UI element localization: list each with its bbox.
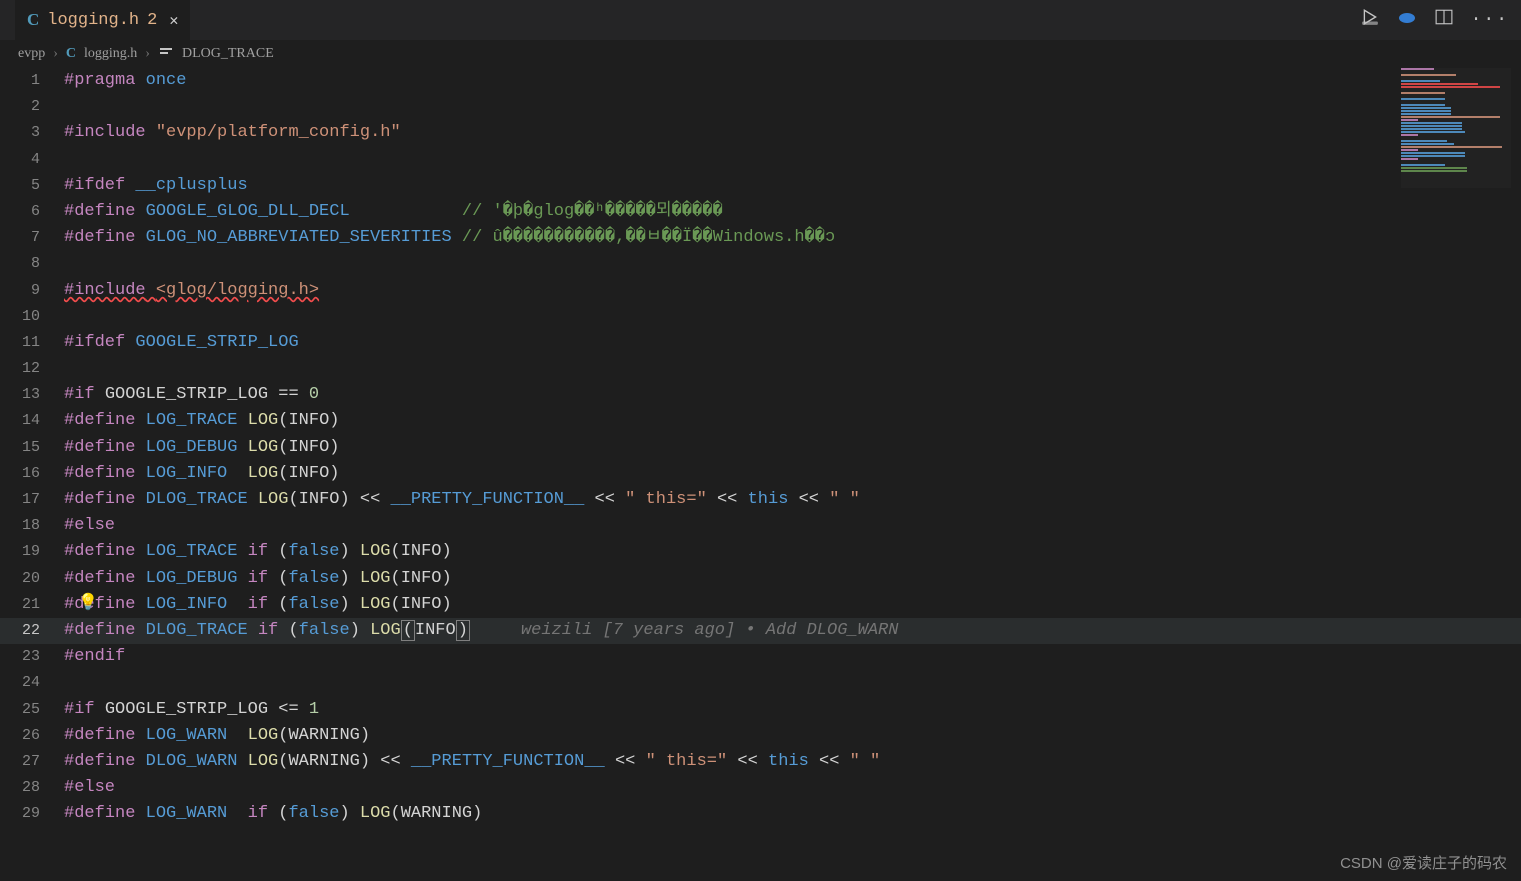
- line-number: 11: [0, 330, 64, 356]
- line-number: 19: [0, 539, 64, 565]
- line-number: 5: [0, 173, 64, 199]
- line-number: 8: [0, 251, 64, 277]
- lightbulb-icon[interactable]: 💡: [78, 592, 98, 612]
- line-number: 7: [0, 225, 64, 251]
- line-number: 2: [0, 94, 64, 120]
- line-number: 25: [0, 697, 64, 723]
- minimap[interactable]: [1401, 68, 1511, 188]
- line-number: 27: [0, 749, 64, 775]
- line-number: 17: [0, 487, 64, 513]
- line-number: 15: [0, 435, 64, 461]
- c-file-icon: C: [66, 46, 76, 62]
- editor-actions: ···: [1361, 8, 1521, 32]
- tab-logging-h[interactable]: C logging.h 2 ✕: [15, 0, 190, 40]
- split-editor-icon[interactable]: [1435, 8, 1453, 32]
- line-number: 22: [0, 618, 64, 644]
- tab-bar: C logging.h 2 ✕ ···: [0, 0, 1521, 40]
- tab-file-name: logging.h: [47, 11, 139, 30]
- close-icon[interactable]: ✕: [169, 11, 178, 30]
- c-file-icon: C: [27, 10, 39, 30]
- line-number: 13: [0, 382, 64, 408]
- line-number: 28: [0, 775, 64, 801]
- line-number: 14: [0, 408, 64, 434]
- line-number: 23: [0, 644, 64, 670]
- line-number: 18: [0, 513, 64, 539]
- run-icon[interactable]: [1361, 8, 1379, 32]
- editor-area[interactable]: 1#pragma once 2 3#include "evpp/platform…: [0, 68, 1521, 827]
- line-number: 6: [0, 199, 64, 225]
- line-number: 1: [0, 68, 64, 94]
- breadcrumb[interactable]: evpp › C logging.h › DLOG_TRACE: [0, 40, 1521, 68]
- breadcrumb-folder[interactable]: evpp: [18, 46, 45, 62]
- line-number: 9: [0, 278, 64, 304]
- watermark: CSDN @爱读庄子的码农: [1340, 852, 1507, 873]
- line-number: 4: [0, 147, 64, 173]
- breadcrumb-symbol[interactable]: DLOG_TRACE: [182, 46, 274, 62]
- line-number: 12: [0, 356, 64, 382]
- line-number: 26: [0, 723, 64, 749]
- line-number: 10: [0, 304, 64, 330]
- more-icon[interactable]: ···: [1471, 10, 1509, 30]
- git-blame-annotation: weizili [7 years ago] • Add DLOG_WARN: [521, 621, 898, 640]
- line-number: 16: [0, 461, 64, 487]
- chevron-right-icon: ›: [53, 46, 58, 62]
- tab-modified-count: 2: [147, 11, 157, 30]
- cloud-icon[interactable]: [1397, 9, 1417, 31]
- line-number: 24: [0, 670, 64, 696]
- line-number: 3: [0, 120, 64, 146]
- line-number: 21: [0, 592, 64, 618]
- symbol-icon: [158, 45, 174, 64]
- line-number: 20: [0, 566, 64, 592]
- line-number: 29: [0, 801, 64, 827]
- chevron-right-icon: ›: [145, 46, 150, 62]
- breadcrumb-file[interactable]: logging.h: [84, 46, 137, 62]
